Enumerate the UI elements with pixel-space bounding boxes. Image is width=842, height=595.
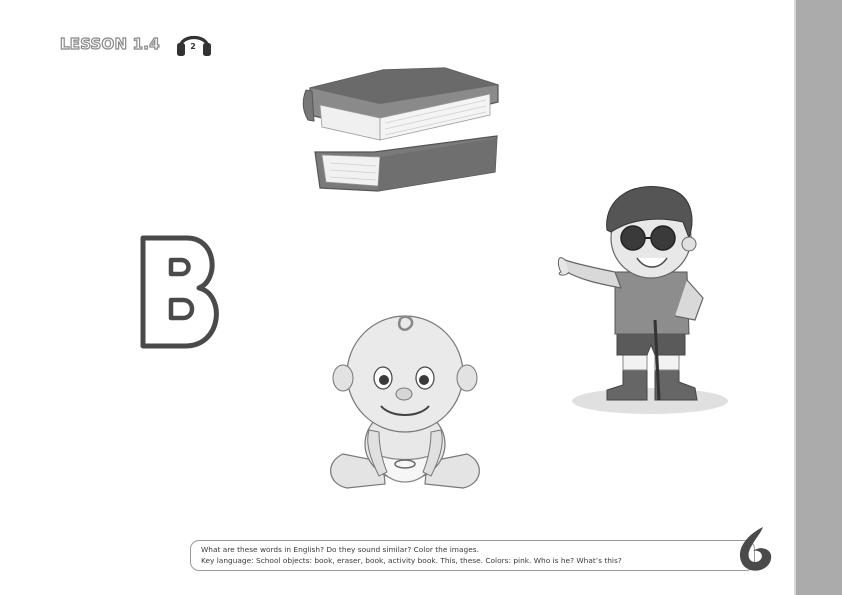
instruction-box: What are these words in English? Do they…: [190, 540, 755, 571]
worksheet-page: LESSON 1.4 2 What are these words in Eng…: [0, 0, 842, 595]
audio-track-number: 2: [190, 42, 196, 51]
swirl-logo-icon: [739, 527, 772, 571]
baby-illustration: [330, 315, 480, 489]
lesson-title: LESSON 1.4: [59, 34, 160, 53]
key-language-text: Key language: School objects: book, eras…: [201, 556, 622, 565]
letter-b-illustration: [140, 235, 219, 349]
boy-with-sunglasses-illustration: [557, 186, 728, 414]
side-strip: [796, 0, 842, 595]
stack-of-books-illustration: [302, 67, 499, 192]
instruction-text: What are these words in English? Do they…: [201, 545, 479, 554]
